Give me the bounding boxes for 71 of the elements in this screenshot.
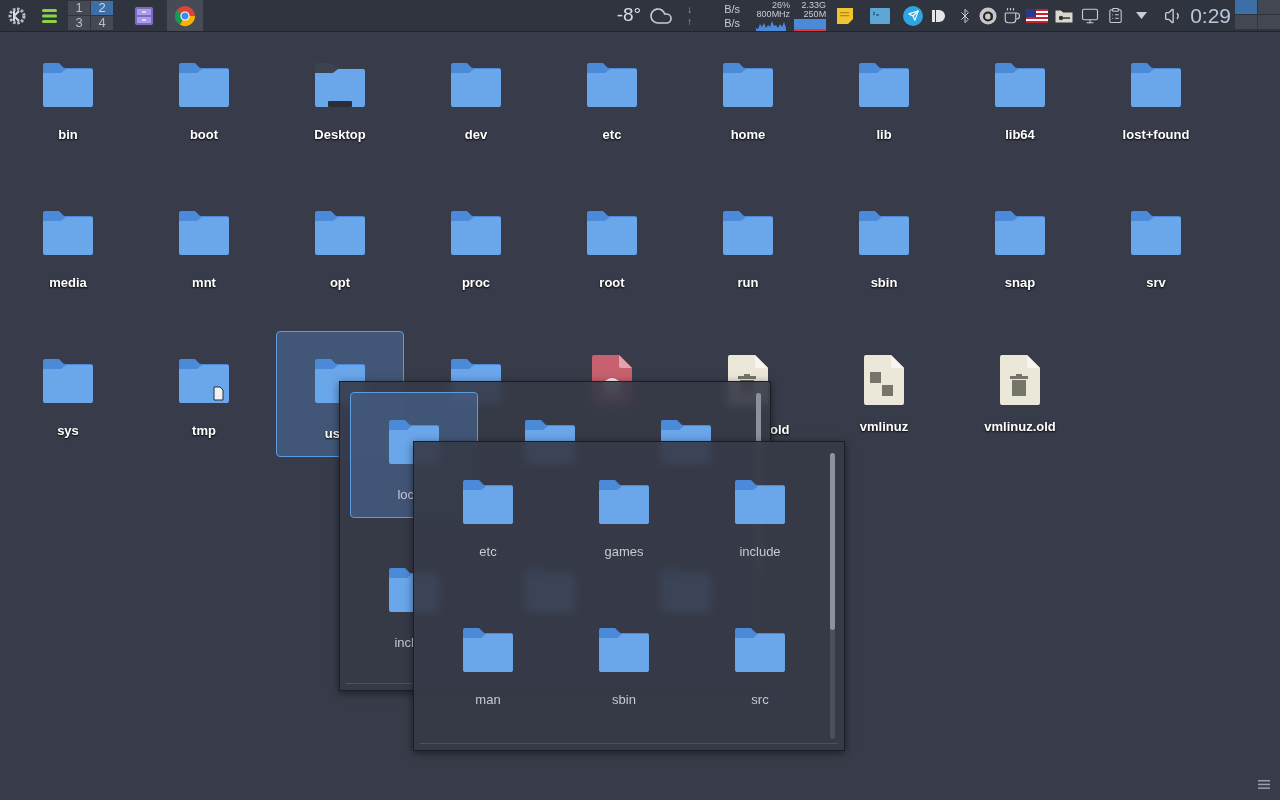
cup-icon[interactable] bbox=[1003, 6, 1022, 25]
item-label: snap bbox=[1004, 274, 1036, 292]
browser-icon bbox=[174, 4, 196, 27]
workspace-cell[interactable] bbox=[1235, 15, 1257, 29]
item-label: vmlinuz.old bbox=[984, 418, 1056, 436]
workspace-cell[interactable] bbox=[1258, 0, 1280, 14]
caret-icon[interactable] bbox=[1136, 12, 1148, 19]
item-label: games bbox=[604, 543, 644, 561]
item-label: mnt bbox=[192, 274, 216, 292]
terminal-icon[interactable] bbox=[870, 7, 891, 24]
clipboard-icon[interactable] bbox=[1107, 7, 1125, 24]
item-label: us bbox=[324, 426, 340, 441]
cabinet-icon bbox=[134, 5, 154, 26]
item-label: sbin bbox=[612, 691, 636, 709]
flag-icon[interactable] bbox=[1026, 8, 1049, 23]
sticky-note-icon[interactable] bbox=[836, 6, 855, 25]
download-rate: B/s bbox=[724, 1, 741, 16]
item-label: loc bbox=[397, 487, 414, 502]
paper-plane-icon[interactable] bbox=[903, 5, 924, 26]
half-pill-icon[interactable] bbox=[932, 8, 947, 23]
item-label: sbin bbox=[870, 274, 898, 292]
desktop-pager-cell[interactable]: 2 bbox=[91, 1, 113, 15]
item-label: bin bbox=[58, 126, 78, 144]
temperature[interactable]: -8° bbox=[616, 1, 642, 30]
item-label: dev bbox=[464, 126, 488, 144]
item-label: root bbox=[599, 274, 625, 292]
round-badge-icon[interactable] bbox=[979, 6, 998, 25]
menu-icon[interactable] bbox=[1258, 780, 1270, 789]
cpu-usage: 26% bbox=[772, 0, 791, 10]
workspace-cell[interactable] bbox=[1235, 0, 1257, 14]
item-label: media bbox=[49, 274, 87, 292]
scrollbar-thumb[interactable] bbox=[830, 453, 835, 631]
item-label: opt bbox=[329, 274, 351, 292]
network-icon[interactable] bbox=[1081, 6, 1100, 25]
desktop-pager-cell[interactable]: 4 bbox=[91, 16, 113, 30]
item-label: home bbox=[730, 126, 766, 144]
gear-logo-icon[interactable] bbox=[7, 5, 27, 26]
item-label: run bbox=[737, 274, 759, 292]
item-label: incl bbox=[394, 635, 414, 650]
upload-rate: B/s bbox=[724, 15, 741, 30]
memory-graph bbox=[794, 18, 827, 31]
cpu-frequency: 800MHz bbox=[756, 9, 791, 19]
scrollbar-track[interactable] bbox=[830, 453, 835, 739]
item-label: srv bbox=[1146, 274, 1166, 292]
upload-arrow: ↑ bbox=[687, 15, 693, 28]
item-label: old bbox=[770, 422, 790, 437]
menu-icon[interactable] bbox=[42, 8, 58, 23]
cpu-graph bbox=[756, 19, 787, 31]
item-label: tmp bbox=[192, 422, 216, 440]
desktop-pager-cell[interactable]: 3 bbox=[68, 16, 90, 30]
item-label: lost+found bbox=[1122, 126, 1190, 144]
memory-swap: 250M bbox=[803, 9, 827, 19]
item-label: include bbox=[739, 543, 781, 561]
memory-used: 2.33G bbox=[801, 0, 827, 10]
item-label: sys bbox=[57, 422, 79, 440]
item-label: src bbox=[751, 691, 769, 709]
item-label: proc bbox=[461, 274, 491, 292]
item-label: Desktop bbox=[314, 126, 366, 144]
item-label: vmlinuz bbox=[859, 418, 909, 436]
item-label: lib64 bbox=[1005, 126, 1035, 144]
download-arrow: ↓ bbox=[687, 3, 693, 16]
clock[interactable]: 0:29 bbox=[1190, 0, 1231, 32]
item-label: lib bbox=[876, 126, 892, 144]
item-label: man bbox=[475, 691, 501, 709]
item-label: etc bbox=[479, 543, 497, 561]
desktop-pager-cell[interactable]: 1 bbox=[68, 1, 90, 15]
workspace-cell[interactable] bbox=[1258, 15, 1280, 29]
item-label: boot bbox=[189, 126, 219, 144]
item-label: etc bbox=[602, 126, 622, 144]
keyring-icon[interactable] bbox=[1054, 7, 1075, 24]
task-button[interactable] bbox=[167, 0, 203, 31]
